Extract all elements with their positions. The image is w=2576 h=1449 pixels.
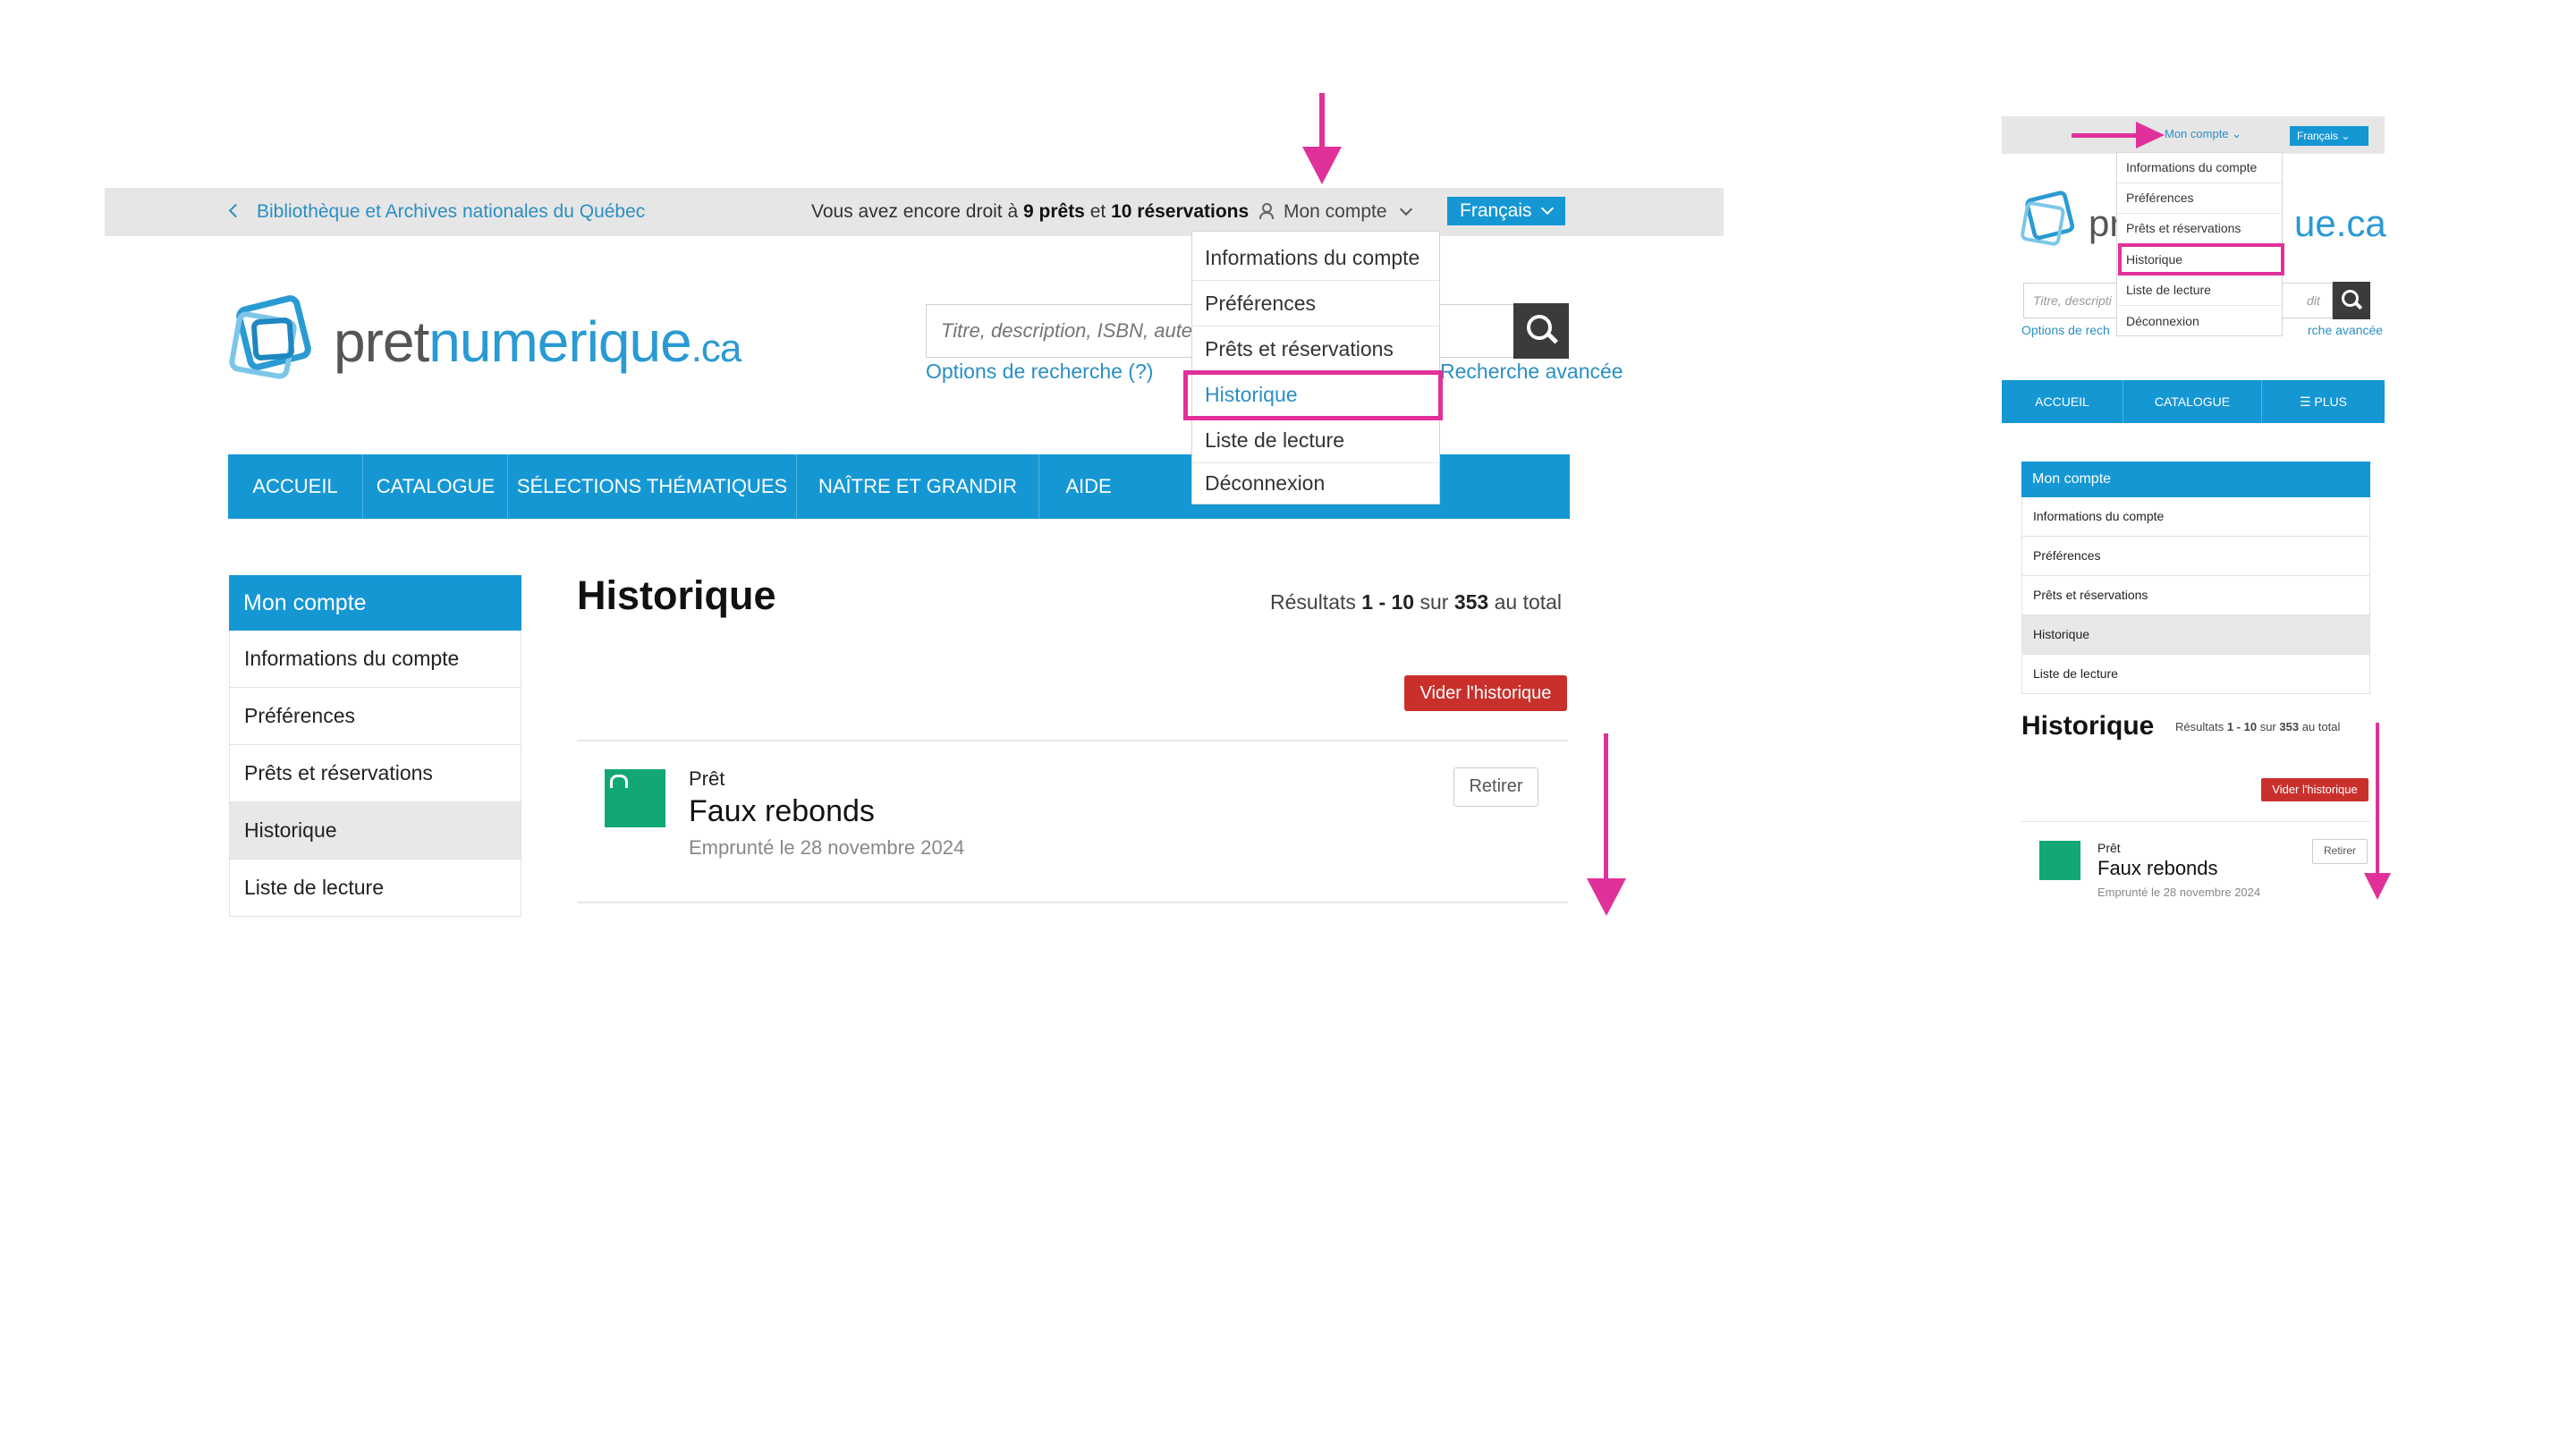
chevron-down-icon: [1540, 201, 1554, 216]
dropdown-item-preferences[interactable]: Préférences: [1205, 281, 1316, 326]
book-cover[interactable]: [605, 769, 665, 827]
nav-item-aide[interactable]: AIDE: [1039, 454, 1138, 519]
sidebar-item-loans[interactable]: Prêts et réservations: [2021, 576, 2370, 615]
dropdown-item-reading-list[interactable]: Liste de lecture: [2126, 283, 2211, 297]
annotation-arrow-down-icon: [1302, 147, 1342, 184]
divider: [2117, 213, 2282, 214]
annotation-arrow-down-shaft: [1604, 733, 1608, 886]
mobile-item-type: Prêt: [2097, 841, 2121, 855]
search-icon: [2342, 290, 2359, 307]
quota-text: Vous avez encore droit à 9 prêts et 10 r…: [811, 201, 1250, 222]
sidebar-item-account-info[interactable]: Informations du compte: [229, 631, 521, 688]
mobile-page-title: Historique: [2021, 711, 2155, 741]
divider: [577, 902, 1568, 903]
dropdown-item-account-info[interactable]: Informations du compte: [2126, 160, 2257, 174]
logo-mark-icon: [229, 295, 311, 379]
sidebar-item-history[interactable]: Historique: [2021, 615, 2370, 655]
annotation-highlight-box: [1183, 370, 1443, 420]
search-button[interactable]: [1513, 303, 1569, 359]
mobile-book-cover[interactable]: [2039, 841, 2080, 880]
dropdown-item-account-info[interactable]: Informations du compte: [1205, 235, 1419, 280]
mobile-nav-catalogue[interactable]: CATALOGUE: [2123, 380, 2262, 423]
search-icon: [1527, 315, 1552, 340]
dropdown-item-preferences[interactable]: Préférences: [2126, 191, 2193, 205]
mobile-advanced-search-link[interactable]: rche avancée: [2308, 323, 2383, 337]
user-icon: [1258, 203, 1274, 219]
dropdown-item-logout[interactable]: Déconnexion: [2126, 314, 2199, 328]
page-title: Historique: [577, 572, 776, 618]
divider: [2117, 182, 2282, 183]
site-logo[interactable]: pretnumerique.ca: [228, 291, 741, 394]
item-title[interactable]: Faux rebonds: [689, 794, 875, 829]
divider: [2117, 305, 2282, 306]
account-menu-toggle[interactable]: Mon compte: [1258, 188, 1412, 236]
nav-item-accueil[interactable]: ACCUEIL: [228, 454, 363, 519]
mobile-search-options-link[interactable]: Options de rech: [2021, 323, 2110, 337]
nav-item-catalogue[interactable]: CATALOGUE: [364, 454, 508, 519]
advanced-search-link[interactable]: Recherche avancée: [1440, 360, 1623, 384]
mobile-results-count: Résultats 1 - 10 sur 353 au total: [2175, 720, 2341, 733]
mobile-nav: ACCUEIL CATALOGUE ☰ PLUS: [2002, 380, 2385, 423]
annotation-highlight-box: [2118, 243, 2284, 275]
account-dropdown: Informations du compte Préférences Prêts…: [1191, 231, 1440, 504]
item-type: Prêt: [689, 767, 725, 790]
results-count: Résultats 1 - 10 sur 353 au total: [1270, 590, 1563, 614]
mobile-logo-mark-icon: [2021, 191, 2075, 246]
back-link[interactable]: Bibliothèque et Archives nationales du Q…: [228, 188, 645, 236]
headphones-icon: [610, 775, 628, 788]
account-sidebar: Mon compte Informations du compte Préfér…: [229, 575, 521, 917]
nav-item-selections[interactable]: SÉLECTIONS THÉMATIQUES: [508, 454, 797, 519]
mobile-item-title[interactable]: Faux rebonds: [2097, 857, 2218, 880]
sidebar-item-reading-list[interactable]: Liste de lecture: [229, 860, 521, 917]
dropdown-item-logout[interactable]: Déconnexion: [1205, 461, 1325, 505]
dropdown-item-loans[interactable]: Prêts et réservations: [2126, 221, 2241, 235]
annotation-arrow-down-shaft: [2376, 723, 2379, 877]
mobile-account-toggle[interactable]: Mon compte ⌄: [2165, 127, 2241, 141]
dropdown-item-reading-list[interactable]: Liste de lecture: [1205, 418, 1344, 462]
sidebar-item-preferences[interactable]: Préférences: [229, 688, 521, 745]
annotation-arrow-right-icon: [2136, 122, 2165, 148]
mobile-account-sidebar: Mon compte Informations du compte Préfér…: [2021, 462, 2370, 694]
sidebar-item-preferences[interactable]: Préférences: [2021, 537, 2370, 576]
mobile-search-button[interactable]: [2333, 282, 2370, 319]
sidebar-title: Mon compte: [229, 575, 521, 631]
mobile-language-button[interactable]: Français ⌄: [2290, 126, 2368, 146]
mobile-nav-more[interactable]: ☰ PLUS: [2262, 380, 2385, 423]
logo-text: pretnumerique.ca: [334, 309, 741, 374]
chevron-down-icon: [1399, 202, 1412, 216]
clear-history-button[interactable]: Vider l'historique: [1404, 675, 1567, 711]
annotation-arrow-down-shaft: [1319, 93, 1325, 152]
divider: [2021, 821, 2370, 822]
mobile-item-date: Emprunté le 28 novembre 2024: [2097, 886, 2261, 899]
chevron-left-icon: [228, 203, 243, 218]
mobile-nav-accueil[interactable]: ACCUEIL: [2002, 380, 2123, 423]
sidebar-item-history[interactable]: Historique: [229, 802, 521, 860]
dropdown-item-loans[interactable]: Prêts et réservations: [1205, 326, 1394, 371]
sidebar-item-reading-list[interactable]: Liste de lecture: [2021, 655, 2370, 694]
language-button[interactable]: Français: [1447, 197, 1565, 225]
mobile-remove-button[interactable]: Retirer: [2312, 839, 2368, 864]
annotation-arrow-right-shaft: [2072, 133, 2140, 138]
remove-button[interactable]: Retirer: [1453, 767, 1538, 807]
sidebar-title: Mon compte: [2021, 462, 2370, 497]
annotation-arrow-down-icon: [1587, 878, 1626, 916]
item-date: Emprunté le 28 novembre 2024: [689, 836, 965, 859]
divider: [577, 740, 1568, 741]
nav-item-naitre[interactable]: NAÎTRE ET GRANDIR: [797, 454, 1039, 519]
sidebar-item-account-info[interactable]: Informations du compte: [2021, 497, 2370, 537]
search-options-link[interactable]: Options de recherche (?): [926, 360, 1153, 384]
mobile-logo-text-right: ue.ca: [2294, 202, 2386, 244]
sidebar-item-loans[interactable]: Prêts et réservations: [229, 745, 521, 802]
mobile-clear-history-button[interactable]: Vider l'historique: [2261, 778, 2368, 801]
annotation-arrow-down-icon: [2364, 873, 2391, 900]
